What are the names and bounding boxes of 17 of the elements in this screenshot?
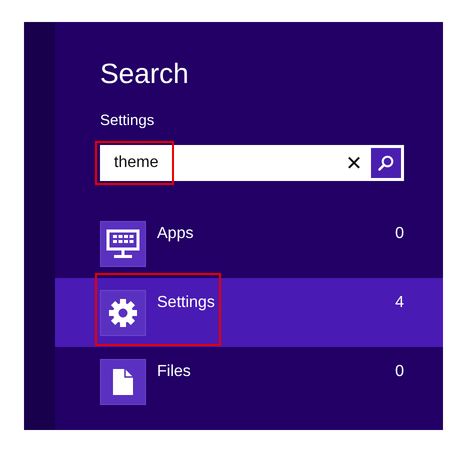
category-label: Files <box>157 363 192 381</box>
category-label: Settings <box>157 294 216 312</box>
search-query: theme <box>114 154 160 172</box>
search-icon <box>377 154 395 172</box>
result-category[interactable]: Apps 0 <box>55 209 443 278</box>
result-count: 0 <box>395 225 404 243</box>
gear-icon <box>108 298 138 328</box>
clear-button[interactable]: ✕ <box>339 148 369 178</box>
category-label: Apps <box>157 225 194 243</box>
search-scope: Settings <box>100 112 156 130</box>
search-button[interactable] <box>371 148 401 178</box>
result-count: 0 <box>395 363 404 381</box>
pane-title: Search <box>100 57 190 91</box>
document-icon <box>112 368 134 396</box>
result-category[interactable]: Files 0 <box>55 347 443 416</box>
monitor-keyboard-icon <box>106 229 140 259</box>
result-count: 4 <box>395 294 404 312</box>
